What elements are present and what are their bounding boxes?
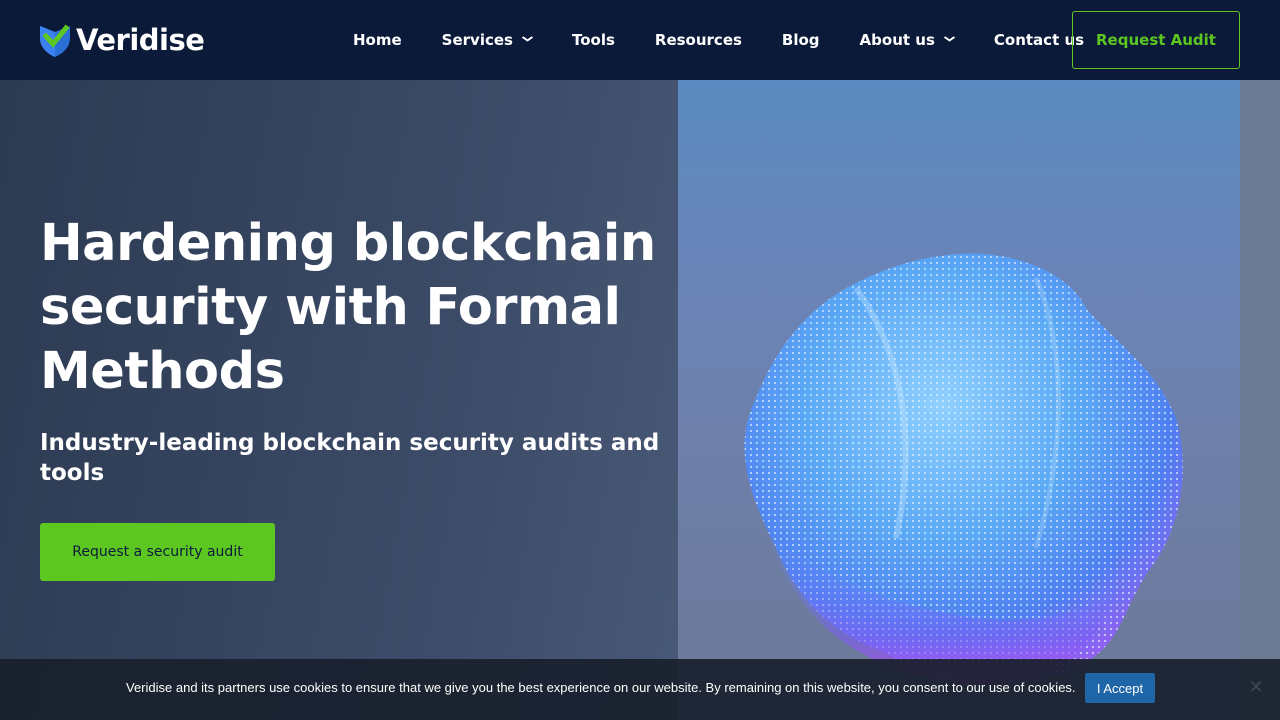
request-audit-button[interactable]: Request Audit	[1072, 11, 1240, 69]
nav-about-us[interactable]: About us	[859, 31, 956, 49]
nav-tools-label: Tools	[571, 31, 615, 49]
cookie-accept-button[interactable]: I Accept	[1085, 673, 1155, 703]
nav-services[interactable]: Services	[441, 31, 534, 49]
logo[interactable]: Veridise	[38, 20, 205, 60]
nav-resources-label: Resources	[654, 31, 742, 49]
chevron-down-icon	[943, 35, 956, 45]
nav-home[interactable]: Home	[353, 31, 402, 49]
nav-resources[interactable]: Resources	[655, 31, 742, 49]
site-header: Veridise Home Services Tools Resources B…	[0, 0, 1280, 80]
nav-blog[interactable]: Blog	[782, 31, 820, 49]
hero-subtitle: Industry-leading blockchain security aud…	[40, 430, 660, 486]
nav-tools[interactable]: Tools	[572, 31, 615, 49]
logo-text: Veridise	[76, 23, 205, 57]
main-nav: Home Services Tools Resources Blog About…	[353, 0, 1124, 80]
chevron-down-icon	[521, 35, 534, 45]
hero-section: Hardening blockchain security with Forma…	[0, 80, 1280, 720]
nav-home-label: Home	[353, 31, 402, 49]
hero-title: Hardening blockchain security with Forma…	[40, 214, 656, 401]
hero-edge-strip	[1240, 80, 1280, 720]
nav-contact-us[interactable]: Contact us	[994, 31, 1084, 49]
nav-services-label: Services	[441, 31, 513, 49]
cookie-banner: Veridise and its partners use cookies to…	[0, 659, 1280, 720]
cookie-notice-text: Veridise and its partners use cookies to…	[126, 680, 1076, 695]
request-security-audit-button[interactable]: Request a security audit	[40, 523, 275, 581]
nav-about-us-label: About us	[859, 31, 935, 49]
nav-contact-us-label: Contact us	[993, 31, 1085, 49]
particle-sphere-illustration	[744, 253, 1183, 684]
nav-blog-label: Blog	[781, 31, 820, 49]
close-icon[interactable]: ✕	[1246, 678, 1266, 698]
shield-check-icon	[40, 24, 70, 57]
